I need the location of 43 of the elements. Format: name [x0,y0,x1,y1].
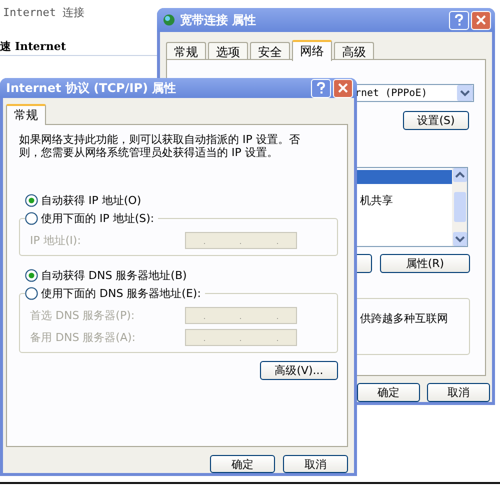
radio-label[interactable]: 使用下面的 DNS 服务器地址(E): [41,286,201,300]
scroll-thumb[interactable] [454,192,466,222]
tab[interactable]: 高级 [334,42,374,60]
dialog-button[interactable]: 确定 [210,455,275,473]
settings-button[interactable]: 设置(S) [403,111,469,130]
radio-button[interactable] [25,286,38,300]
globe-icon [163,14,175,26]
field-label: IP 地址(I): [30,232,81,248]
window-title: Internet 协议 (TCP/IP) 属性 [6,80,178,96]
radio-button[interactable] [25,268,38,282]
scrollbar[interactable] [452,168,467,246]
connection-subtitle: Internet 连接 [3,5,85,20]
close-icon [476,15,486,25]
help-icon [454,14,464,26]
description-text: 如果网络支持此功能，则可以获取自动指派的 IP 设置。否则，您需要从网络系统管理员处获得适当的 IP 设置。 [19,133,301,159]
advanced-button[interactable]: 高级(V)... [260,361,338,380]
description-text: 供跨越多种互联网 [360,312,448,325]
help-button[interactable] [311,78,331,98]
tab[interactable]: 网络 [292,40,332,61]
dialog-button[interactable]: 取消 [427,383,490,402]
radio-button[interactable] [25,194,38,206]
help-icon [316,82,326,94]
field-label: 备用 DNS 服务器(A): [30,330,136,344]
close-button[interactable] [333,78,353,98]
field-label: 首选 DNS 服务器(P): [30,308,135,322]
radio-label[interactable]: 使用下面的 IP 地址(S): [41,210,154,226]
dialog-button[interactable]: 取消 [283,455,348,473]
properties-button[interactable]: 属性(R) [380,254,470,273]
tab[interactable]: 常规 [166,42,206,60]
close-button[interactable] [471,10,491,30]
window-title: 宽带连接 属性 [180,12,258,28]
tab[interactable]: 安全 [250,42,290,60]
tab[interactable]: 选项 [208,42,248,60]
dialog-button[interactable]: 确定 [357,383,420,402]
close-icon [338,83,348,93]
section-heading: 速 Internet [0,39,66,54]
scroll-down-icon [452,232,466,246]
radio-label[interactable]: 自动获得 DNS 服务器地址(B) [41,268,187,282]
radio-button[interactable] [25,212,38,224]
scroll-up-icon [452,168,466,182]
radio-label[interactable]: 自动获得 IP 地址(O) [41,192,142,208]
help-button[interactable] [449,10,469,30]
tab[interactable]: 常规 [6,104,46,125]
